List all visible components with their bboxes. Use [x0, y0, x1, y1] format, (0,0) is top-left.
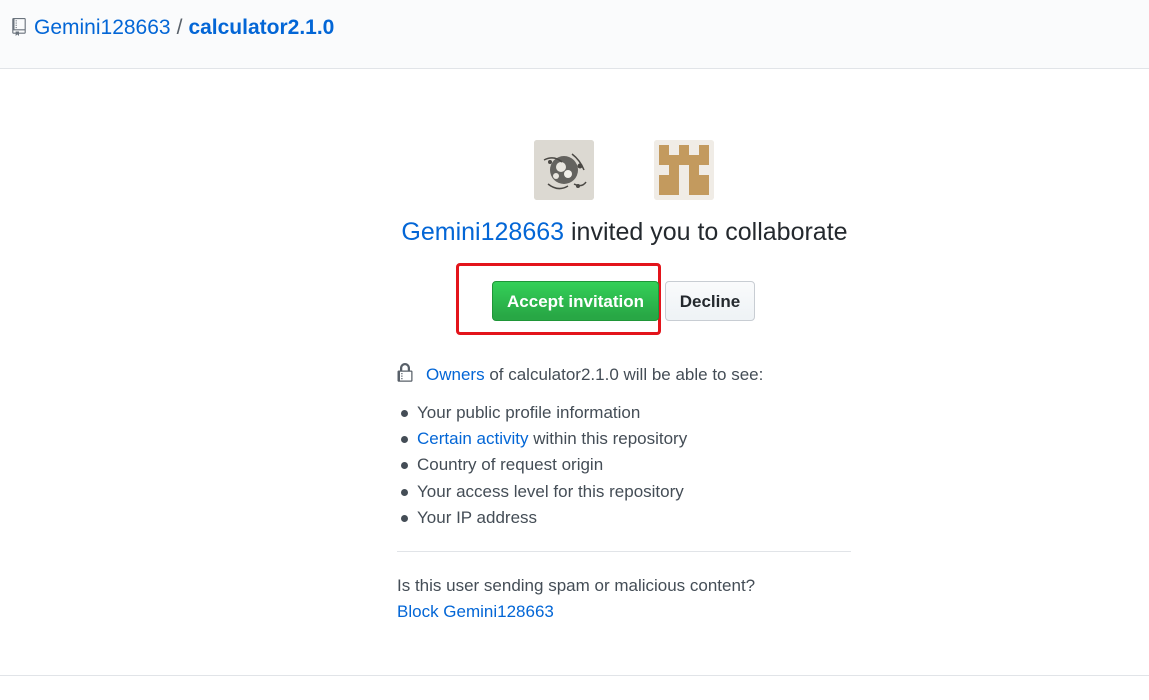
- spam-question: Is this user sending spam or malicious c…: [397, 576, 756, 595]
- bullet: [401, 410, 408, 417]
- accept-invitation-button[interactable]: Accept invitation: [492, 281, 659, 321]
- breadcrumb-repo-link[interactable]: calculator2.1.0: [188, 16, 334, 39]
- list-item-text: Your public profile information: [417, 403, 641, 422]
- inviter-avatar[interactable]: [534, 140, 594, 200]
- repo-header: Gemini128663/calculator2.1.0: [0, 0, 1149, 69]
- inviter-link[interactable]: Gemini128663: [401, 218, 564, 246]
- list-item: Your IP address: [397, 505, 687, 531]
- footer-divider: [0, 675, 1149, 676]
- lock-icon: [397, 363, 413, 382]
- permission-list: Your public profile information Certain …: [397, 400, 687, 531]
- bullet: [401, 514, 408, 522]
- list-item-text: Your access level for this repository: [417, 481, 684, 501]
- breadcrumb-separator: /: [176, 16, 183, 39]
- breadcrumb: Gemini128663/calculator2.1.0: [34, 15, 334, 41]
- owners-text: of calculator2.1.0 will be able to see:: [489, 365, 764, 384]
- list-item: Your public profile information: [397, 400, 687, 426]
- list-item-text: Your IP address: [417, 507, 538, 527]
- repo-icon: [12, 18, 26, 36]
- bullet: [401, 436, 408, 444]
- list-item: Your access level for this repository: [397, 479, 687, 505]
- list-item-text: Country of request origin: [417, 455, 604, 475]
- invite-title: Gemini128663 invited you to collaborate: [0, 215, 1149, 249]
- breadcrumb-owner-link[interactable]: Gemini128663: [34, 16, 171, 39]
- owners-link[interactable]: Owners: [426, 365, 485, 384]
- invite-message: invited you to collaborate: [571, 218, 848, 246]
- list-item: Country of request origin: [397, 452, 687, 478]
- list-item-text: within this repository: [533, 429, 688, 449]
- list-item: Certain activity within this repository: [397, 426, 687, 452]
- divider: [397, 551, 851, 552]
- certain-activity-link[interactable]: Certain activity: [417, 429, 528, 448]
- decline-button[interactable]: Decline: [665, 281, 755, 321]
- owners-visibility-note: Owners of calculator2.1.0 will be able t…: [397, 363, 763, 386]
- block-user-link[interactable]: Block Gemini128663: [397, 601, 554, 623]
- bullet: [401, 488, 408, 496]
- bullet: [401, 462, 408, 470]
- user-avatar[interactable]: [654, 140, 714, 200]
